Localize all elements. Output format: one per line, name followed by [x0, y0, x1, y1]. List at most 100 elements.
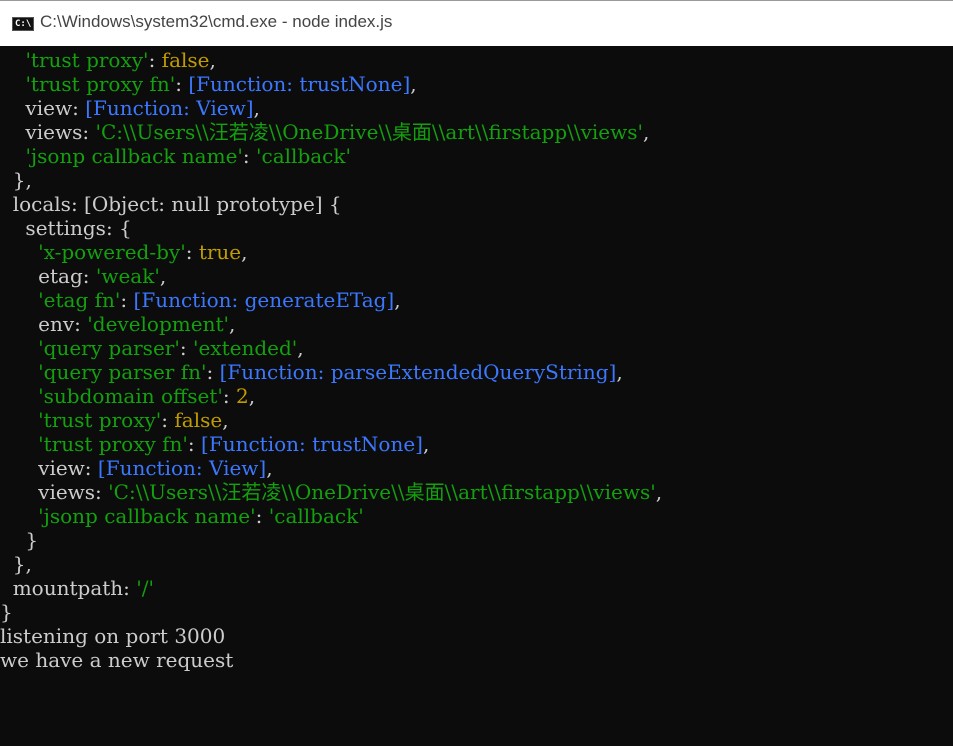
terminal-text: :: [120, 288, 134, 312]
terminal-line: 'query parser': 'extended',: [0, 336, 303, 360]
terminal-text: view:: [0, 96, 86, 120]
terminal-text: },: [0, 552, 32, 576]
terminal-text: ,: [394, 288, 401, 312]
terminal-line: }: [0, 600, 13, 624]
terminal-line: }: [0, 528, 38, 552]
terminal-text: '/': [136, 576, 154, 600]
terminal-text: view:: [0, 456, 98, 480]
terminal-text: [Function: generateETag]: [133, 288, 395, 312]
terminal-text: 'extended': [192, 336, 298, 360]
terminal-line: 'trust proxy fn': [Function: trustNone],: [0, 432, 429, 456]
terminal-text: 'etag fn': [38, 288, 121, 312]
terminal-text: 'trust proxy fn': [38, 432, 188, 456]
terminal-text: [Function: View]: [85, 96, 254, 120]
terminal-text: 'C:\\Users\\汪若凌\\OneDrive\\桌面\\art\\firs…: [95, 120, 644, 144]
terminal-text: false: [174, 408, 223, 432]
terminal-text: [Function: trustNone]: [201, 432, 423, 456]
terminal-text: :: [242, 144, 257, 168]
terminal-text: ,: [159, 264, 167, 288]
terminal-text: 'weak': [95, 264, 160, 288]
terminal-text: 'jsonp callback name': [25, 144, 243, 168]
terminal-text: 'trust proxy': [25, 48, 149, 72]
terminal-line: 'subdomain offset': 2,: [0, 384, 255, 408]
console-window: C:\ C:\Windows\system32\cmd.exe - node i…: [0, 0, 953, 746]
terminal-output[interactable]: 'trust proxy': false, 'trust proxy fn': …: [0, 48, 953, 746]
terminal-text: false: [161, 48, 210, 72]
terminal-text: 2: [235, 384, 249, 408]
terminal-text: ,: [229, 312, 236, 336]
terminal-text: ,: [422, 432, 430, 456]
terminal-text: ,: [209, 48, 216, 72]
terminal-text: 'query parser': [38, 336, 180, 360]
terminal-text: [Function: View]: [97, 456, 267, 480]
terminal-text: :: [187, 432, 202, 456]
terminal-line: },: [0, 552, 32, 576]
terminal-line: },: [0, 168, 32, 192]
terminal-text: :: [222, 384, 236, 408]
terminal-text: etag:: [0, 264, 96, 288]
terminal-text: views:: [0, 480, 109, 504]
cmd-icon-label: C:\: [15, 19, 32, 29]
terminal-text: 'subdomain offset': [38, 384, 223, 408]
window-title: C:\Windows\system32\cmd.exe - node index…: [40, 12, 393, 31]
terminal-line: locals: [Object: null prototype] {: [0, 192, 342, 216]
terminal-text: mountpath:: [0, 576, 137, 600]
terminal-text: :: [206, 360, 220, 384]
terminal-line: we have a new request: [0, 648, 233, 672]
terminal-line: etag: 'weak',: [0, 264, 166, 288]
terminal-line: 'query parser fn': [Function: parseExten…: [0, 360, 623, 384]
terminal-text: 'callback': [268, 504, 364, 528]
terminal-text: 'jsonp callback name': [38, 504, 256, 528]
terminal-text: listening on port 3000: [0, 624, 226, 648]
terminal-text: ,: [241, 240, 248, 264]
terminal-text: 'trust proxy': [38, 408, 162, 432]
terminal-text: 'C:\\Users\\汪若凌\\OneDrive\\桌面\\art\\firs…: [108, 480, 656, 504]
terminal-line: view: [Function: View],: [0, 96, 260, 120]
terminal-line: settings: {: [0, 216, 132, 240]
terminal-text: [Function: parseExtendedQueryString]: [219, 360, 617, 384]
terminal-text: :: [255, 504, 269, 528]
terminal-text: }: [0, 528, 39, 552]
terminal-line: views: 'C:\\Users\\汪若凌\\OneDrive\\桌面\\ar…: [0, 120, 649, 144]
terminal-text: 'development': [87, 312, 229, 336]
terminal-text: ,: [253, 96, 260, 120]
terminal-text: settings: {: [0, 216, 132, 240]
terminal-line: 'x-powered-by': true,: [0, 240, 248, 264]
terminal-text: :: [185, 240, 199, 264]
terminal-line: 'trust proxy': false,: [0, 48, 216, 72]
terminal-text: env:: [0, 312, 88, 336]
terminal-text: :: [148, 48, 162, 72]
terminal-text: 'x-powered-by': [38, 240, 186, 264]
terminal-text: ,: [643, 120, 650, 144]
terminal-line: 'jsonp callback name': 'callback': [0, 504, 364, 528]
terminal-line: view: [Function: View],: [0, 456, 272, 480]
terminal-line: 'trust proxy fn': [Function: trustNone],: [0, 72, 417, 96]
terminal-line: listening on port 3000: [0, 624, 225, 648]
terminal-text: true: [198, 240, 242, 264]
terminal-text: locals: [Object: null prototype] {: [0, 192, 342, 216]
terminal-text: ,: [222, 408, 229, 432]
terminal-text: }: [0, 600, 13, 624]
terminal-line: views: 'C:\\Users\\汪若凌\\OneDrive\\桌面\\ar…: [0, 480, 662, 504]
title-bar[interactable]: C:\ C:\Windows\system32\cmd.exe - node i…: [0, 0, 953, 46]
terminal-text: views:: [0, 120, 96, 144]
terminal-line: 'etag fn': [Function: generateETag],: [0, 288, 401, 312]
terminal-text: ,: [616, 360, 623, 384]
terminal-text: 'query parser fn': [38, 360, 207, 384]
terminal-text: we have a new request: [0, 648, 234, 672]
terminal-text: ,: [248, 384, 256, 408]
terminal-text: [Function: trustNone]: [188, 72, 411, 96]
terminal-line: 'trust proxy': false,: [0, 408, 229, 432]
terminal-text: ,: [410, 72, 417, 96]
